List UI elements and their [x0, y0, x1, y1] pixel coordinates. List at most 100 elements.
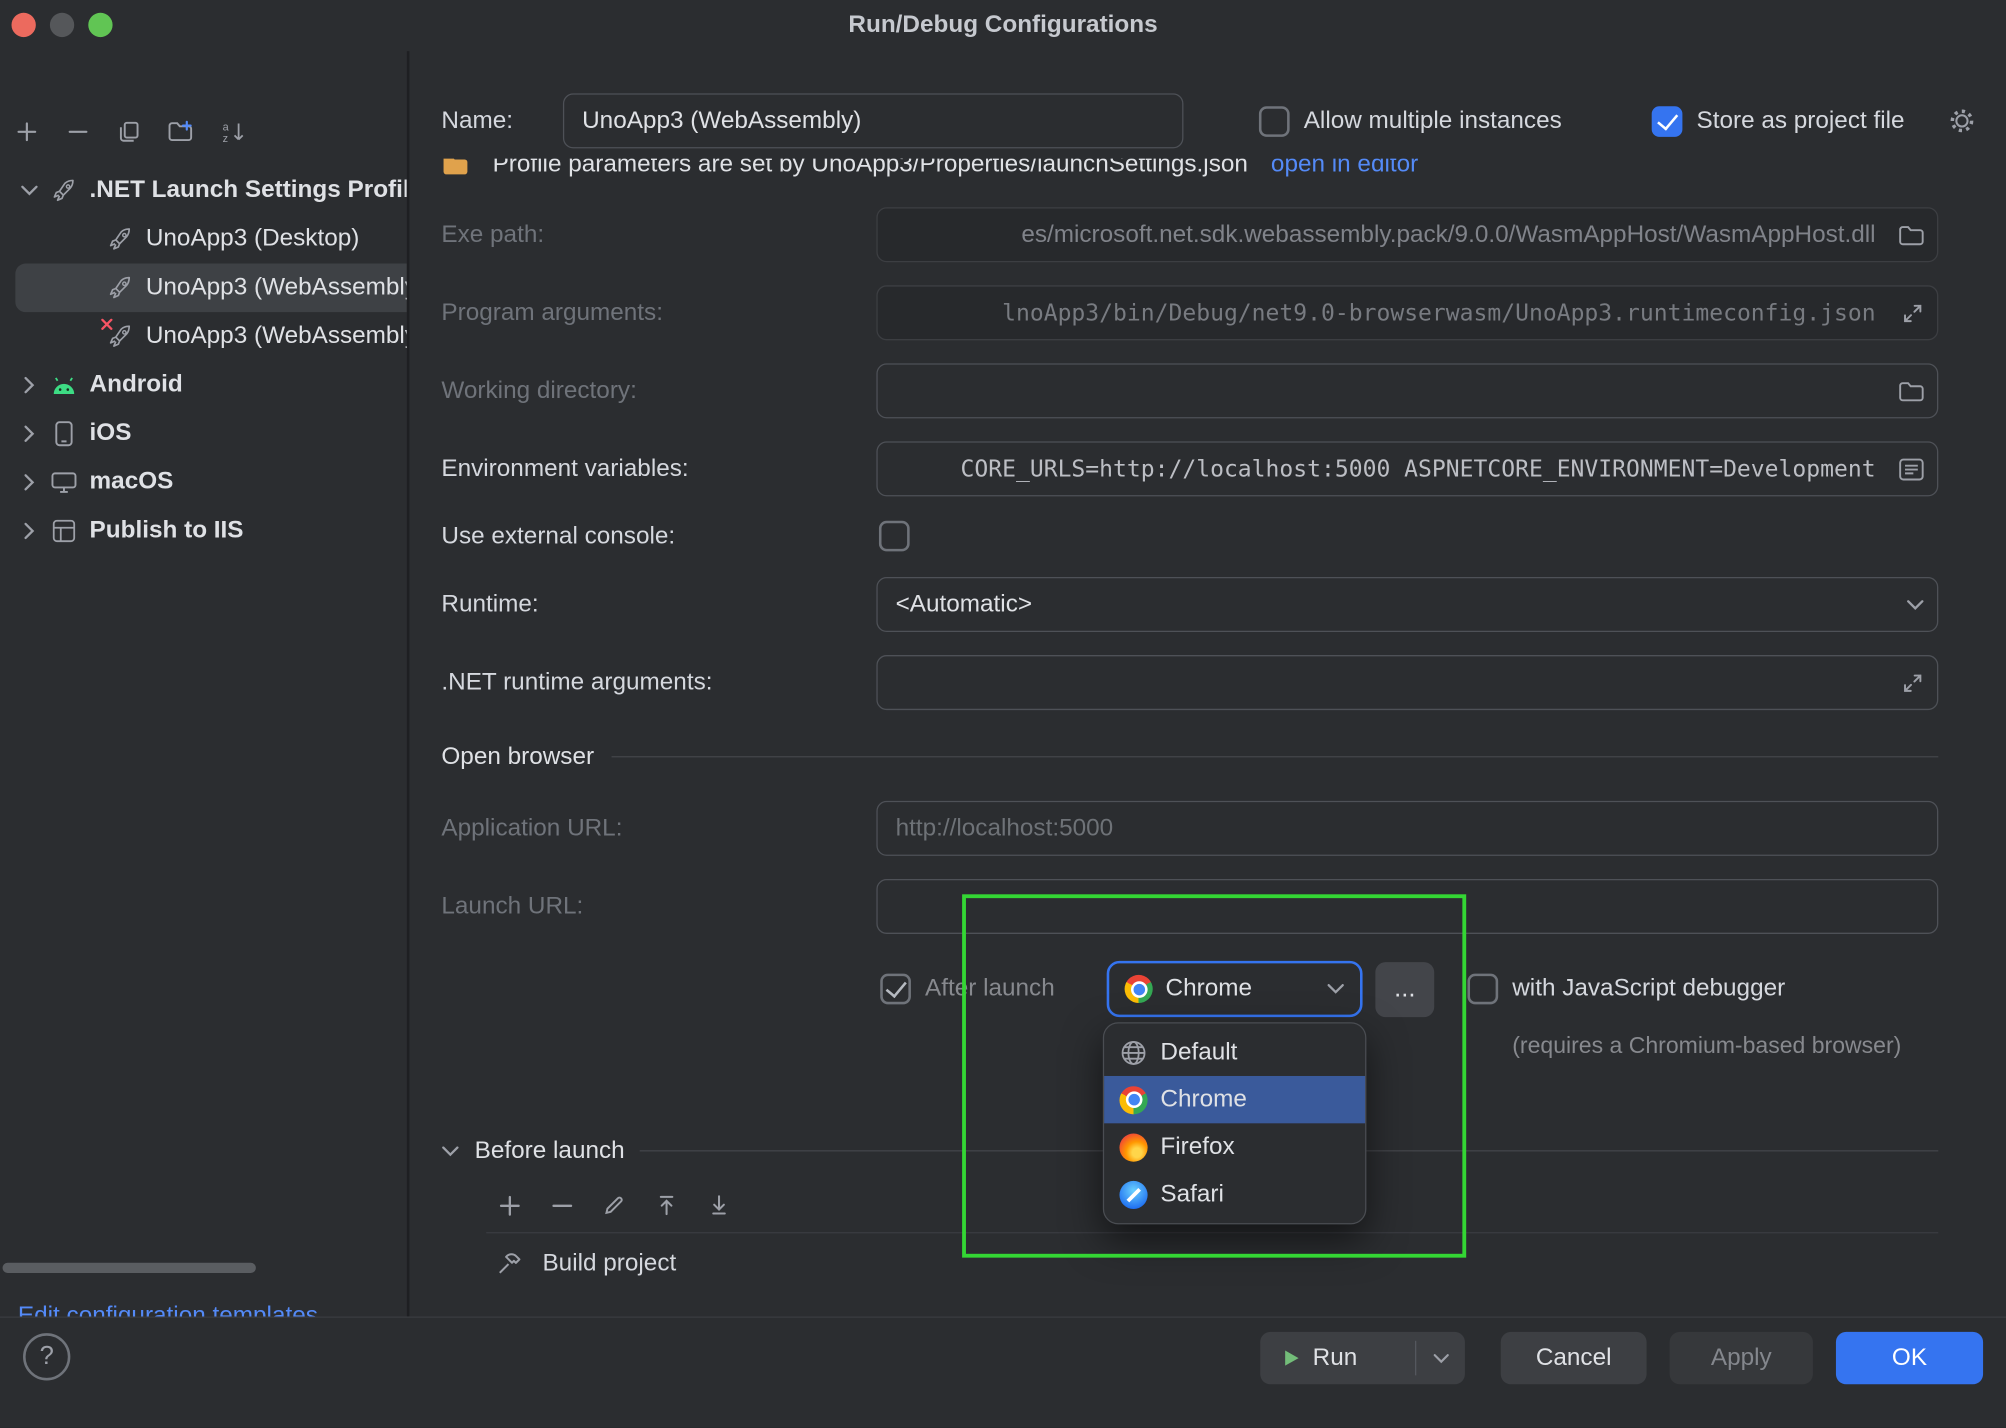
runtime-arguments-input[interactable] — [876, 655, 1938, 710]
help-button[interactable] — [23, 1333, 70, 1380]
store-settings-gear-button[interactable] — [1947, 106, 1976, 143]
before-launch-move-down-button[interactable] — [697, 1183, 740, 1226]
before-launch-remove-button[interactable] — [540, 1183, 583, 1226]
run-config-error-icon — [107, 324, 133, 350]
exe-path-label: Exe path: — [441, 207, 544, 262]
allow-multiple-instances-checkbox[interactable] — [1259, 106, 1290, 137]
exe-path-value: es/microsoft.net.sdk.webassembly.pack/9.… — [1021, 221, 1875, 249]
tree-item-label: macOS — [90, 468, 174, 496]
ok-button[interactable]: OK — [1836, 1332, 1983, 1384]
runtime-arguments-label: .NET runtime arguments: — [441, 655, 712, 710]
monitor-icon — [51, 470, 77, 496]
expand-icon[interactable] — [1901, 671, 1924, 694]
tree-item-label: UnoApp3 (Desktop) — [146, 225, 359, 253]
launch-url-label: Launch URL: — [441, 879, 583, 934]
tree-item-unoapp3-webassembly-selected[interactable]: UnoApp3 (WebAssembly) — [15, 264, 406, 313]
open-in-editor-link[interactable]: open in editor — [1271, 159, 1418, 179]
working-directory-label: Working directory: — [441, 363, 636, 418]
remove-configuration-button[interactable] — [59, 113, 97, 151]
move-down-icon — [708, 1194, 731, 1217]
add-configuration-button[interactable] — [8, 113, 46, 151]
run-button[interactable]: Run — [1260, 1332, 1465, 1384]
chevron-down-icon[interactable] — [441, 1146, 459, 1156]
tree-item-android-group[interactable]: Android — [0, 361, 407, 410]
apply-button[interactable]: Apply — [1670, 1332, 1813, 1384]
profile-parameters-notice: Profile parameters are set by UnoApp3/Pr… — [441, 159, 1944, 191]
sort-alpha-icon: az — [221, 120, 247, 143]
working-directory-input[interactable] — [876, 363, 1938, 418]
program-arguments-label: Program arguments: — [441, 285, 663, 340]
window-title: Run/Debug Configurations — [0, 0, 2006, 51]
svg-text:z: z — [223, 133, 228, 143]
runtime-label: Runtime: — [441, 577, 538, 632]
list-icon[interactable] — [1899, 457, 1925, 480]
sidebar-divider — [407, 51, 410, 1316]
tree-item-publish-iis-group[interactable]: Publish to IIS — [0, 507, 407, 556]
folder-icon[interactable] — [1899, 224, 1925, 246]
error-badge-icon — [101, 319, 113, 331]
js-debugger-checkbox[interactable] — [1467, 974, 1498, 1005]
cancel-button[interactable]: Cancel — [1501, 1332, 1647, 1384]
before-launch-move-up-button[interactable] — [645, 1183, 688, 1226]
chevron-right-icon[interactable] — [24, 473, 34, 491]
before-launch-edit-button[interactable] — [592, 1183, 635, 1226]
application-url-label: Application URL: — [441, 801, 622, 856]
new-folder-icon — [168, 120, 194, 143]
allow-multiple-instances-label: Allow multiple instances — [1304, 93, 1562, 148]
exe-path-input: es/microsoft.net.sdk.webassembly.pack/9.… — [876, 207, 1938, 262]
name-input[interactable]: UnoApp3 (WebAssembly) — [563, 93, 1184, 148]
tree-item-label: UnoApp3 (WebAssembly) — [146, 274, 407, 302]
environment-variables-input[interactable]: CORE_URLS=http://localhost:5000 ASPNETCO… — [876, 441, 1938, 496]
move-up-icon — [655, 1194, 678, 1217]
edit-icon — [603, 1194, 626, 1217]
chevron-down-icon[interactable] — [20, 186, 38, 196]
section-divider — [612, 756, 1938, 757]
hammer-icon — [496, 1250, 523, 1285]
folder-icon[interactable] — [1899, 380, 1925, 402]
name-value: UnoApp3 (WebAssembly) — [582, 107, 861, 135]
after-launch-checkbox[interactable] — [880, 974, 911, 1005]
notice-text: Profile parameters are set by UnoApp3/Pr… — [493, 159, 1248, 179]
edit-configuration-templates-link[interactable]: Edit configuration templates... — [18, 1302, 338, 1316]
before-launch-item-build-project[interactable]: Build project — [542, 1236, 676, 1291]
tree-item-label: Android — [90, 371, 183, 399]
android-icon — [51, 372, 77, 398]
tree-item-unoapp3-desktop[interactable]: UnoApp3 (Desktop) — [0, 215, 407, 264]
chevron-right-icon[interactable] — [24, 376, 34, 394]
before-launch-title: Before launch — [475, 1137, 625, 1165]
tree-item-ios-group[interactable]: iOS — [0, 409, 407, 458]
store-as-project-file-checkbox[interactable] — [1652, 106, 1683, 137]
warning-icon — [441, 159, 469, 177]
chevron-right-icon[interactable] — [24, 425, 34, 443]
before-launch-add-button[interactable] — [487, 1183, 530, 1226]
tree-item-label: Publish to IIS — [90, 517, 244, 545]
chevron-right-icon[interactable] — [24, 522, 34, 540]
open-browser-title: Open browser — [441, 743, 594, 771]
expand-icon[interactable] — [1901, 301, 1924, 324]
iphone-icon — [51, 421, 77, 447]
sort-configurations-button[interactable]: az — [215, 113, 253, 151]
configurations-sidebar: az .NET Launch Settings Profiles UnoApp3… — [0, 51, 407, 1316]
tree-item-label: iOS — [90, 420, 132, 448]
horizontal-scrollbar[interactable] — [3, 1263, 256, 1273]
copy-configuration-button[interactable] — [110, 113, 148, 151]
program-arguments-value: lnoApp3/bin/Debug/net9.0-browserwasm/Uno… — [1002, 299, 1875, 326]
runtime-value: <Automatic> — [896, 590, 1032, 618]
use-external-console-checkbox[interactable] — [879, 521, 910, 552]
application-url-value: http://localhost:5000 — [896, 814, 1114, 842]
chevron-down-icon[interactable] — [1433, 1353, 1450, 1363]
use-external-console-label: Use external console: — [441, 509, 675, 564]
tree-item-launch-settings-group[interactable]: .NET Launch Settings Profiles — [0, 166, 407, 215]
tree-item-macos-group[interactable]: macOS — [0, 458, 407, 507]
open-browser-section-header: Open browser — [441, 729, 1938, 784]
run-config-icon — [107, 275, 133, 301]
gear-icon — [1947, 106, 1976, 135]
new-folder-button[interactable] — [161, 113, 199, 151]
js-debugger-note: (requires a Chromium-based browser) — [1512, 1018, 1901, 1073]
runtime-select[interactable]: <Automatic> — [876, 577, 1938, 632]
copy-icon — [118, 120, 141, 143]
tree-item-unoapp3-webassembly-error[interactable]: UnoApp3 (WebAssembly) — [0, 312, 407, 361]
svg-text:a: a — [223, 121, 230, 133]
titlebar: Run/Debug Configurations — [0, 0, 2006, 51]
application-url-input[interactable]: http://localhost:5000 — [876, 801, 1938, 856]
